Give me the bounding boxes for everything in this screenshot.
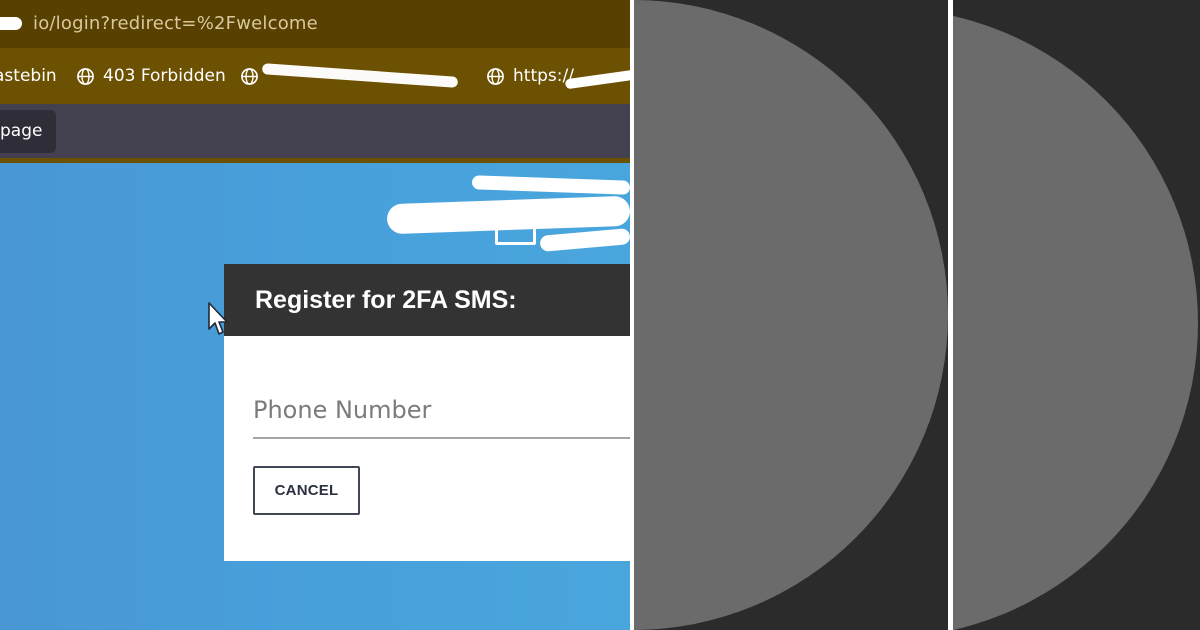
address-url: io/login?redirect=%2Fwelcome [33,13,318,34]
phone-number-input[interactable] [253,383,630,439]
redacted-logo-box [495,211,536,245]
sms-2fa-dialog: Register for 2FA SMS: CANCEL [224,264,630,561]
dialog-title: Register for 2FA SMS: [224,264,630,336]
composite-screenshot: io/login?redirect=%2Fwelcome astebin 403… [0,0,1200,630]
globe-icon [77,67,94,85]
address-text-wrapper: io/login?redirect=%2Fwelcome [0,0,318,48]
grey-half-circle [634,0,948,630]
bookmark-pastebin[interactable]: astebin [0,65,57,87]
bookmark-403-forbidden[interactable]: 403 Forbidden [76,65,226,87]
mouse-cursor-icon [208,302,228,335]
grey-circle-panel [953,0,1200,630]
tab-page[interactable]: page [0,110,56,153]
browser-screenshot-panel: io/login?redirect=%2Fwelcome astebin 403… [0,0,630,630]
bookmark-label: 403 Forbidden [103,66,226,86]
globe-icon [487,67,504,85]
bookmark-https-site[interactable]: https:// [486,65,574,87]
globe-icon [241,67,258,85]
grey-half-circle [953,8,1198,630]
grey-circle-panel [634,0,948,630]
cancel-button[interactable]: CANCEL [253,466,360,515]
bookmark-label: astebin [0,66,57,86]
redacted-address-prefix [0,14,33,32]
tab-strip: page [0,104,630,158]
tab-label: page [0,121,43,141]
address-bar[interactable]: io/login?redirect=%2Fwelcome [0,0,630,48]
